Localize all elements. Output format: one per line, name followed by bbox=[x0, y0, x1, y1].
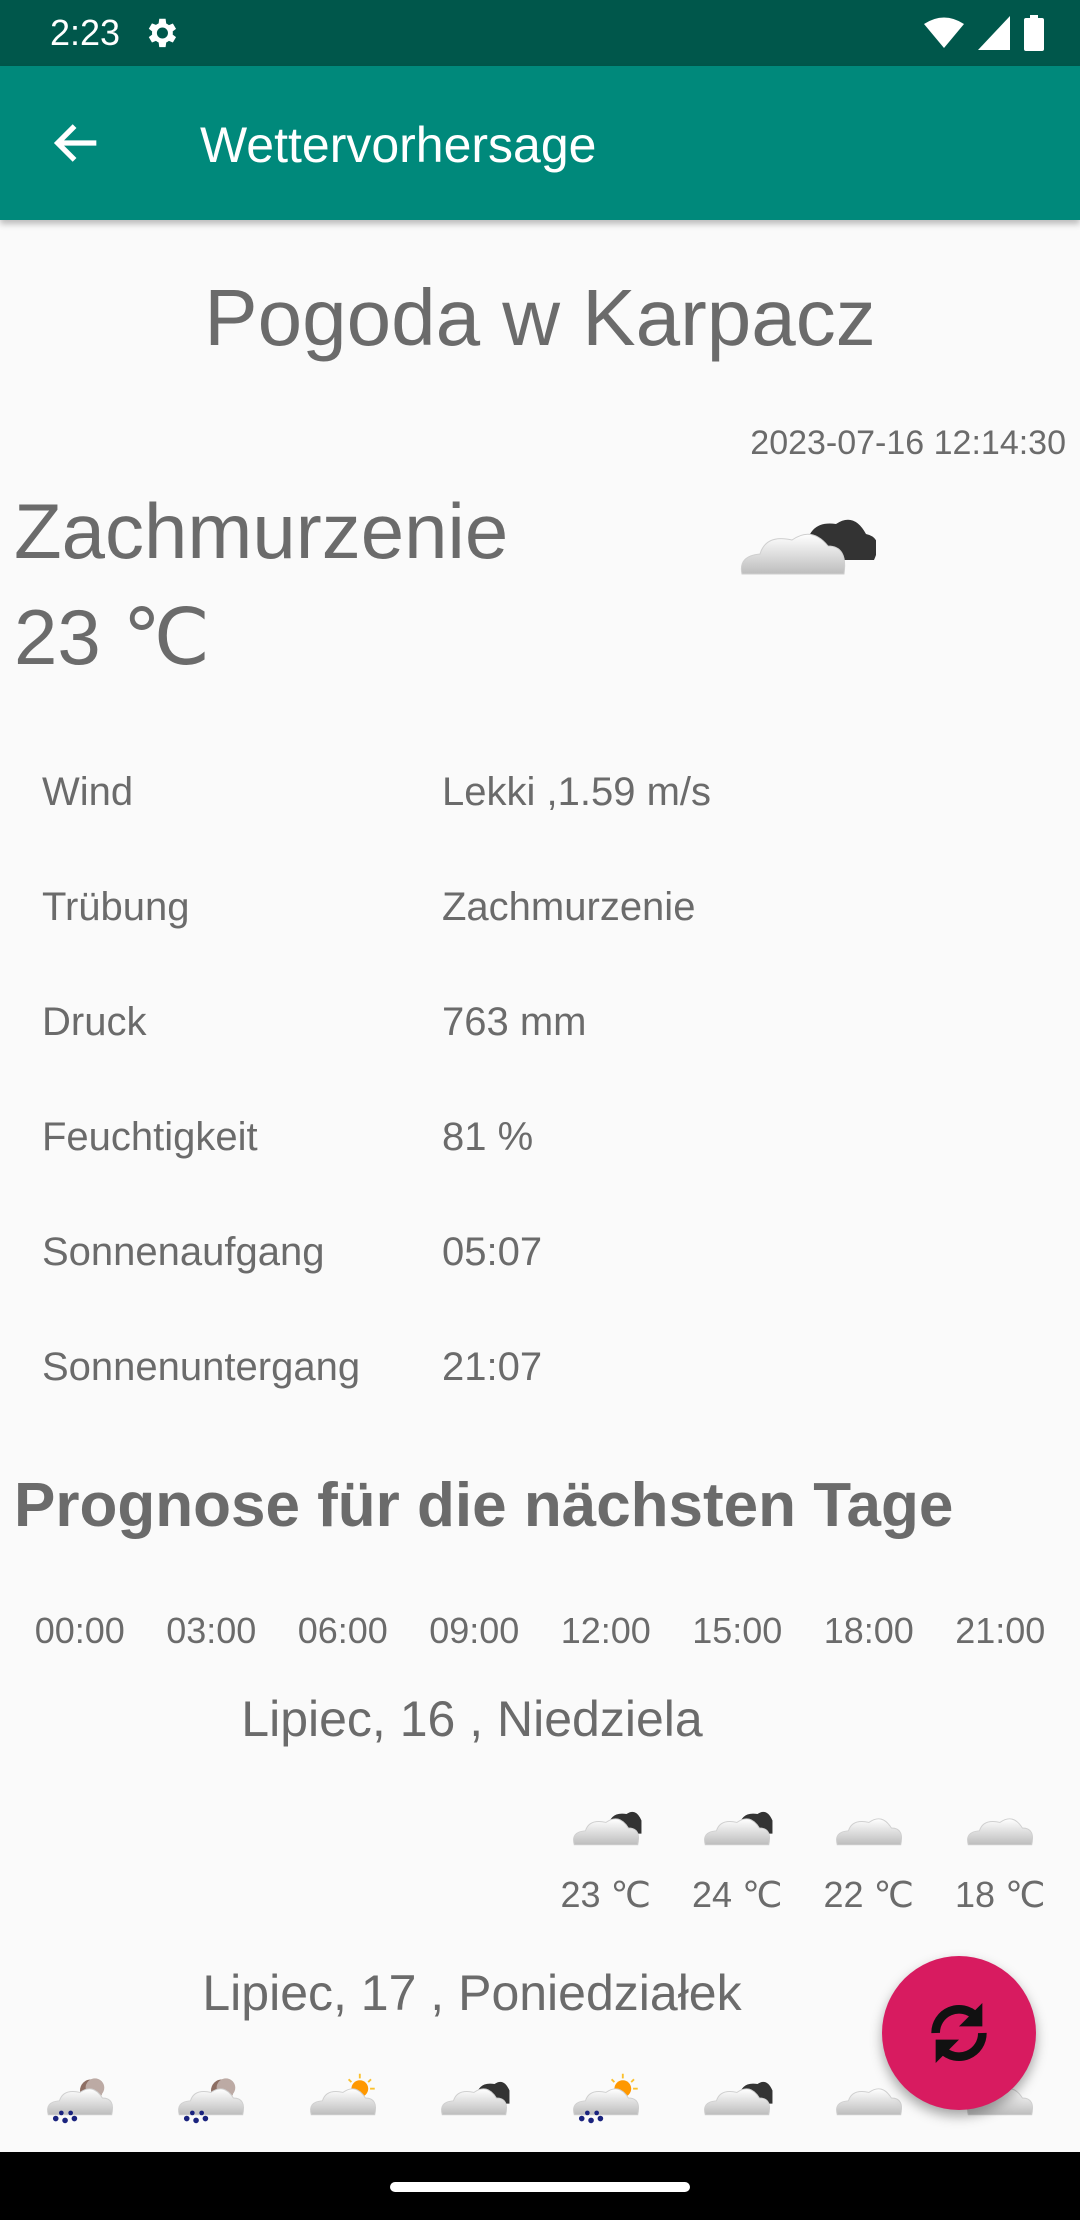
detail-label: Sonnenaufgang bbox=[42, 1230, 325, 1274]
refresh-button[interactable] bbox=[882, 1956, 1036, 2110]
forecast-day-title: Lipiec, 16 , Niedziela bbox=[241, 1691, 703, 1747]
forecast-hours: 00:00 03:00 06:00 09:00 12:00 15:00 18:0… bbox=[14, 1610, 1066, 1652]
forecast-temperature: 24 ℃ bbox=[692, 1874, 783, 1915]
detail-row-sunset: Sonnenuntergang 21:07 bbox=[42, 1345, 1042, 1460]
detail-row-cloudiness: Trübung Zachmurzenie bbox=[42, 885, 1042, 1000]
detail-value: 21:07 bbox=[442, 1345, 543, 1389]
forecast-temperature: 23 ℃ bbox=[560, 1874, 651, 1915]
forecast-slot bbox=[540, 2070, 672, 2144]
forecast-slot bbox=[14, 2070, 146, 2144]
detail-row-humidity: Feuchtigkeit 81 % bbox=[42, 1115, 1042, 1230]
detail-label: Wind bbox=[42, 770, 134, 814]
forecast-slot bbox=[277, 2070, 409, 2144]
detail-value: 81 % bbox=[442, 1115, 534, 1159]
cloud-dark-icon bbox=[704, 2081, 773, 2116]
details-table: Wind Lekki ,1.59 m/s Trübung Zachmurzeni… bbox=[42, 770, 1042, 1460]
condition-text: Zachmurzenie bbox=[14, 487, 509, 575]
detail-row-pressure: Druck 763 mm bbox=[42, 1000, 1042, 1115]
hour-label: 12:00 bbox=[560, 1610, 651, 1651]
forecast-slot bbox=[672, 2070, 804, 2144]
forecast-slot: 23 ℃ bbox=[540, 1800, 672, 1916]
forecast-slot bbox=[146, 1800, 278, 1916]
detail-label: Sonnenuntergang bbox=[42, 1345, 361, 1389]
status-time: 2:23 bbox=[50, 12, 121, 53]
current-conditions: Zachmurzenie 23 ℃ bbox=[14, 478, 508, 690]
detail-value: 763 mm bbox=[442, 1000, 587, 1044]
cloud-icon bbox=[835, 1818, 902, 1846]
app-bar: Wettervorhersage bbox=[0, 66, 1080, 220]
forecast-day-title: Lipiec, 17 , Poniedziałek bbox=[202, 1965, 742, 2021]
update-datetime: 2023-07-16 12:14:30 bbox=[750, 424, 1066, 462]
hour-label: 15:00 bbox=[692, 1610, 783, 1651]
forecast-slot bbox=[277, 1800, 409, 1916]
hour-label: 03:00 bbox=[166, 1610, 257, 1651]
settings-gear-icon bbox=[148, 18, 177, 48]
forecast-slot: 24 ℃ bbox=[672, 1800, 804, 1916]
hour-label: 00:00 bbox=[34, 1610, 125, 1651]
hour-label: 09:00 bbox=[429, 1610, 520, 1651]
system-icons bbox=[924, 14, 1044, 52]
forecast-temperature: 22 ℃ bbox=[823, 1874, 914, 1915]
forecast-slot bbox=[146, 2070, 278, 2144]
cloud-dark-icon bbox=[740, 519, 876, 575]
empty-icon-slot bbox=[434, 1800, 514, 1856]
forecast-temperature: 18 ℃ bbox=[955, 1874, 1046, 1915]
cloud-sun-icon bbox=[309, 2073, 376, 2116]
temperature-text: 23 ℃ bbox=[14, 593, 211, 681]
wifi-icon bbox=[924, 17, 964, 48]
back-arrow-icon[interactable] bbox=[48, 114, 106, 172]
detail-value: 05:07 bbox=[442, 1230, 543, 1274]
cloud-dark-icon bbox=[704, 1811, 773, 1846]
empty-icon-slot bbox=[40, 1800, 120, 1856]
forecast-slot: 18 ℃ bbox=[935, 1800, 1067, 1916]
empty-icon-slot bbox=[171, 1800, 251, 1856]
app-title: Wettervorhersage bbox=[200, 117, 597, 173]
detail-row-wind: Wind Lekki ,1.59 m/s bbox=[42, 770, 1042, 885]
cloud-icon bbox=[967, 1818, 1034, 1846]
home-gesture-handle[interactable] bbox=[390, 2182, 690, 2192]
city-title: Pogoda w Karpacz bbox=[204, 273, 876, 362]
detail-value: Lekki ,1.59 m/s bbox=[442, 770, 712, 814]
signal-icon bbox=[978, 16, 1010, 50]
forecast-slot bbox=[14, 1800, 146, 1916]
refresh-icon bbox=[931, 2003, 987, 2063]
forecast-day-row: 23 ℃ 24 ℃ 22 ℃ 18 ℃ bbox=[14, 1800, 1066, 1916]
rain-sun-icon bbox=[572, 2073, 639, 2124]
cloud-dark-icon bbox=[572, 1811, 642, 1846]
navigation-bar bbox=[0, 2152, 1080, 2220]
forecast-slot bbox=[409, 1800, 541, 1916]
rain-night-icon bbox=[46, 2078, 113, 2124]
forecast-slot: 22 ℃ bbox=[803, 1800, 935, 1916]
status-bar: 2:23 bbox=[0, 0, 1080, 66]
forecast-slot bbox=[409, 2070, 541, 2144]
hour-label: 18:00 bbox=[823, 1610, 914, 1651]
battery-icon bbox=[1024, 15, 1044, 51]
detail-label: Feuchtigkeit bbox=[42, 1115, 258, 1159]
detail-label: Trübung bbox=[42, 885, 190, 929]
detail-value: Zachmurzenie bbox=[442, 885, 696, 929]
hour-label: 21:00 bbox=[955, 1610, 1046, 1651]
rain-night-icon bbox=[178, 2078, 245, 2124]
empty-icon-slot bbox=[303, 1800, 383, 1856]
hour-label: 06:00 bbox=[297, 1610, 388, 1651]
forecast-title: Prognose für die nächsten Tage bbox=[14, 1471, 954, 1540]
cloud-dark-icon bbox=[441, 2081, 510, 2116]
detail-label: Druck bbox=[42, 1000, 147, 1044]
detail-row-sunrise: Sonnenaufgang 05:07 bbox=[42, 1230, 1042, 1345]
